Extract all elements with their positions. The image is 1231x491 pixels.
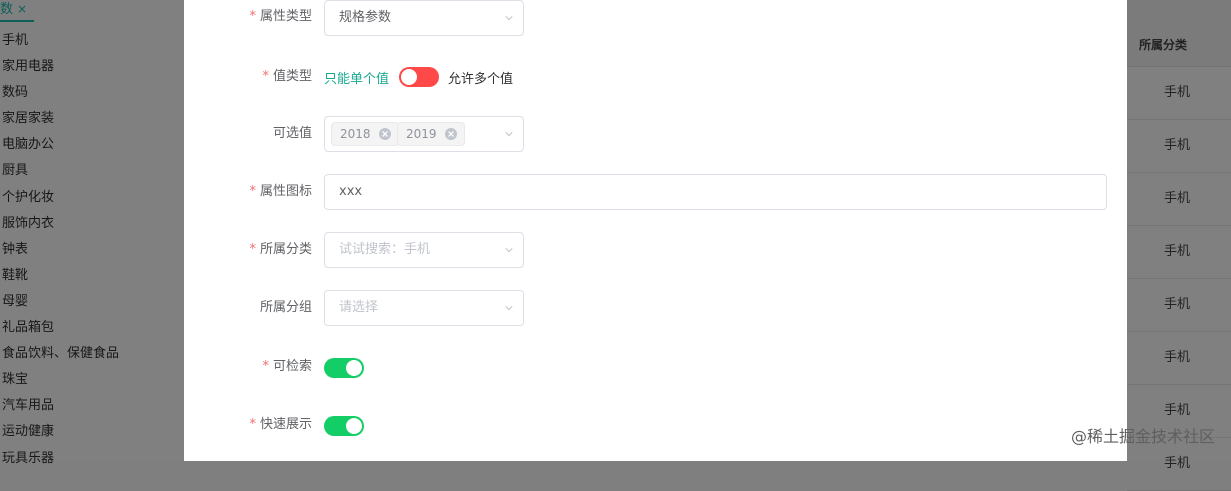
value-type-label: * 值类型	[184, 68, 312, 86]
background-category-panel: 数 × 手机家用电器数码家居家装电脑办公厨具个护化妆服饰内衣钟表鞋靴母婴礼品箱包食…	[0, 0, 184, 466]
required-mark: *	[249, 417, 256, 432]
value-type-switch-group[interactable]: 只能单个值 允许多个值	[324, 66, 513, 88]
background-tab-label: 数	[0, 2, 14, 17]
toggle-knob	[346, 418, 362, 434]
category-tree-item: 食品饮料、保健食品	[2, 346, 120, 362]
table-cell-text: 手机	[1163, 85, 1190, 100]
category-tree-item: 母婴	[2, 293, 29, 309]
value-type-toggle[interactable]	[399, 67, 440, 87]
table-cell-category: 手机	[1127, 332, 1231, 385]
category-tree-item: 服饰内衣	[2, 215, 55, 231]
table-cell-category: 手机	[1127, 173, 1231, 226]
table-cell-text: 手机	[1163, 350, 1190, 365]
table-cell-text: 手机	[1163, 297, 1190, 312]
searchable-label: * 可检索	[184, 358, 312, 376]
category-tree-item: 电脑办公	[2, 137, 55, 153]
quick-show-label: * 快速展示	[184, 416, 312, 434]
table-cell-text: 手机	[1163, 244, 1190, 259]
category-tree-item: 汽车用品	[2, 398, 55, 414]
tag-close-icon[interactable]	[444, 127, 458, 141]
attribute-dialog: * 属性类型 规格参数 * 值类型 只能单个值 允许多个值 可选值 2018 201…	[184, 0, 1127, 461]
chevron-down-icon	[505, 306, 513, 311]
group-placeholder: 请选择	[339, 300, 379, 315]
table-cell-category: 手机	[1127, 67, 1231, 120]
form-row-options: 可选值 2018 2019	[184, 116, 1127, 152]
category-tree-item: 家用电器	[2, 59, 55, 75]
option-tag: 2018	[331, 122, 400, 146]
chevron-down-icon	[505, 248, 513, 253]
table-cell-category: 手机	[1127, 120, 1231, 173]
group-select[interactable]: 请选择	[324, 290, 524, 326]
toggle-knob	[401, 69, 418, 85]
category-select[interactable]: 试试搜索：手机	[324, 232, 524, 268]
table-header: 所属分类	[1127, 0, 1231, 67]
option-tag-label: 2019	[406, 127, 437, 141]
category-label-text: 所属分类	[259, 242, 312, 257]
table-cell-category: 手机	[1127, 226, 1231, 279]
required-mark: *	[262, 69, 269, 84]
option-tag-label: 2018	[340, 127, 371, 141]
category-label: * 所属分类	[184, 241, 312, 259]
form-row-quick-show: * 快速展示	[184, 414, 1127, 436]
options-label: 可选值	[272, 126, 312, 141]
tag-close-icon[interactable]	[378, 127, 392, 141]
category-tree-item: 鞋靴	[2, 267, 29, 283]
tab-underline	[0, 20, 34, 22]
value-type-label-text: 值类型	[272, 69, 312, 84]
attr-icon-label-text: 属性图标	[259, 184, 312, 199]
watermark: @稀土掘金技术社区	[1070, 427, 1215, 446]
category-tree: 手机家用电器数码家居家装电脑办公厨具个护化妆服饰内衣钟表鞋靴母婴礼品箱包食品饮料…	[2, 28, 119, 472]
form-row-value-type: * 值类型 只能单个值 允许多个值	[184, 66, 1127, 88]
category-tree-item: 珠宝	[2, 372, 29, 388]
options-multiselect[interactable]: 2018 2019	[324, 116, 524, 152]
category-tree-item: 钟表	[2, 241, 29, 257]
category-tree-item: 礼品箱包	[2, 320, 55, 336]
category-tree-item: 个护化妆	[2, 189, 55, 205]
tab-close-icon: ×	[17, 2, 28, 16]
table-header-category: 所属分类	[1139, 38, 1188, 52]
form-row-attr-icon: * 属性图标 xxx	[184, 174, 1127, 210]
attr-type-label-text: 属性类型	[259, 9, 312, 24]
form-row-attr-type: * 属性类型 规格参数	[184, 0, 1127, 36]
option-tag: 2019	[397, 122, 466, 146]
category-tree-item: 数码	[2, 85, 29, 101]
attr-type-select[interactable]: 规格参数	[324, 0, 524, 36]
group-label: 所属分组	[259, 300, 312, 315]
attr-icon-input[interactable]: xxx	[324, 174, 1107, 210]
attr-type-value: 规格参数	[339, 10, 392, 25]
category-tree-item: 玩具乐器	[2, 450, 55, 466]
multi-value-label[interactable]: 允许多个值	[448, 68, 513, 87]
required-mark: *	[262, 359, 269, 374]
single-value-label[interactable]: 只能单个值	[324, 68, 389, 87]
attr-type-label: * 属性类型	[184, 8, 312, 26]
searchable-toggle[interactable]	[324, 358, 364, 378]
toggle-knob	[346, 360, 362, 376]
quick-show-label-text: 快速展示	[259, 417, 312, 432]
form-row-searchable: * 可检索	[184, 357, 1127, 379]
required-mark: *	[249, 184, 256, 199]
category-placeholder: 试试搜索：手机	[339, 242, 431, 257]
searchable-label-text: 可检索	[272, 359, 312, 374]
form-row-category: * 所属分类 试试搜索：手机	[184, 232, 1127, 268]
form-row-group: 所属分组 请选择	[184, 290, 1127, 326]
background-table-column: 所属分类 手机 手机 手机 手机 手机 手机 手机 手机	[1127, 0, 1231, 491]
category-tree-item: 运动健康	[2, 424, 55, 440]
category-tree-item: 手机	[2, 33, 29, 48]
attr-icon-label: * 属性图标	[184, 183, 312, 201]
required-mark: *	[249, 9, 256, 24]
quick-show-toggle[interactable]	[324, 416, 364, 436]
chevron-down-icon	[505, 132, 513, 137]
background-tab: 数 ×	[0, 0, 27, 22]
chevron-down-icon	[505, 16, 513, 21]
table-cell-text: 手机	[1163, 138, 1190, 153]
required-mark: *	[249, 242, 256, 257]
category-tree-item: 厨具	[2, 163, 29, 179]
category-tree-item: 家居家装	[2, 111, 55, 127]
table-cell-text: 手机	[1163, 456, 1190, 471]
table-cell-text: 手机	[1163, 403, 1190, 418]
table-cell-text: 手机	[1163, 191, 1190, 206]
table-cell-category: 手机	[1127, 279, 1231, 332]
attr-icon-value: xxx	[339, 184, 363, 199]
